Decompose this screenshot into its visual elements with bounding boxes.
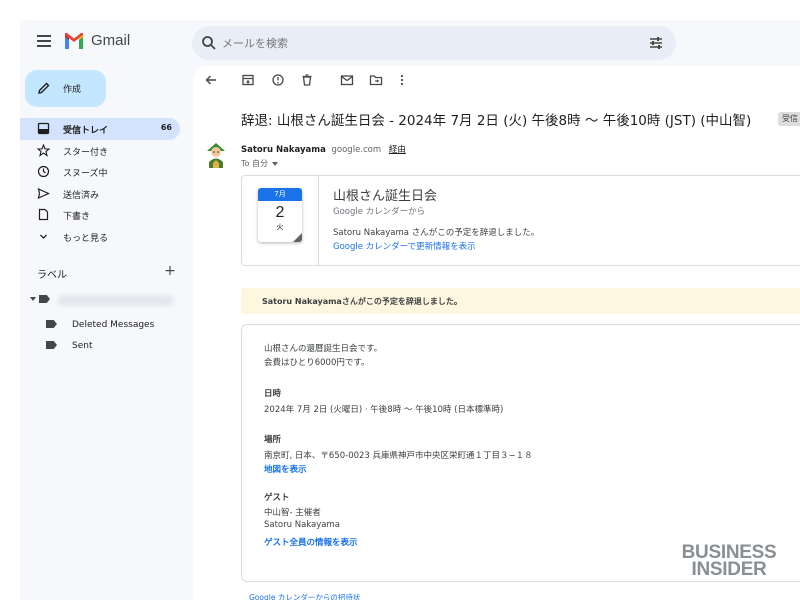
label-icon bbox=[46, 320, 57, 328]
star-icon bbox=[37, 143, 50, 157]
label-name: Deleted Messages bbox=[72, 320, 155, 330]
labels-heading: ラベル bbox=[37, 270, 67, 281]
message-toolbar bbox=[193, 66, 800, 96]
when-value: 2024年 7月 2日 (火曜日) ⋅ 午後8時 〜 午後10時 (日本標準時) bbox=[264, 405, 504, 415]
archive-icon[interactable] bbox=[241, 73, 255, 87]
sidebar-item-starred[interactable]: スター付き bbox=[20, 140, 180, 162]
divider bbox=[318, 176, 319, 265]
guest-organizer: 中山智- 主催者 bbox=[264, 508, 321, 518]
inbox-label-chip[interactable]: 受信トレイ bbox=[778, 112, 800, 126]
add-label-button[interactable]: + bbox=[163, 264, 177, 278]
draft-icon bbox=[38, 208, 49, 221]
message-pane: 辞退: 山根さん誕生日会 - 2024年 7月 2日 (火) 午後8時 〜 午後… bbox=[193, 66, 800, 600]
event-message: Satoru Nakayama さんがこの予定を辞退しました。 bbox=[333, 228, 540, 238]
report-spam-icon[interactable] bbox=[271, 73, 285, 87]
view-all-guests-link[interactable]: ゲスト全員の情報を表示 bbox=[264, 536, 358, 548]
delete-icon[interactable] bbox=[300, 73, 314, 87]
move-to-icon[interactable] bbox=[369, 73, 383, 87]
tune-icon[interactable] bbox=[648, 35, 664, 51]
compose-label: 作成 bbox=[63, 85, 82, 95]
where-heading: 場所 bbox=[264, 435, 282, 445]
event-title: 山根さん誕生日会 bbox=[333, 189, 438, 204]
when-heading: 日時 bbox=[264, 389, 282, 399]
label-icon bbox=[39, 295, 50, 303]
recipients-toggle[interactable]: To 自分 bbox=[241, 158, 278, 169]
label-deleted-messages[interactable]: Deleted Messages bbox=[46, 316, 186, 334]
sender-avatar[interactable] bbox=[203, 142, 229, 168]
label-name: Sent bbox=[72, 341, 93, 351]
clock-icon bbox=[37, 165, 50, 178]
business-insider-watermark: BUSINESS INSIDER bbox=[676, 543, 782, 580]
sidebar-item-label: 受信トレイ bbox=[63, 126, 109, 136]
label-parent-redacted[interactable] bbox=[28, 292, 178, 308]
gmail-logo-icon[interactable] bbox=[63, 32, 85, 50]
sidebar-item-more[interactable]: もっと見る bbox=[20, 226, 180, 248]
top-bar: Gmail bbox=[20, 20, 800, 66]
sidebar-item-label: もっと見る bbox=[63, 233, 109, 244]
unread-count: 66 bbox=[160, 123, 172, 132]
sidebar-nav: 受信トレイ 66 スター付き スヌーズ中 送信済み 下書き もっと見る bbox=[20, 118, 180, 247]
calendar-month: 7月 bbox=[258, 188, 302, 201]
more-vert-icon[interactable] bbox=[395, 73, 409, 87]
event-description-line: 会費はひとり6000円です。 bbox=[264, 358, 370, 368]
app-name: Gmail bbox=[91, 32, 131, 49]
caret-down-icon bbox=[271, 161, 278, 166]
banner-text: Satoru Nakayamaさんがこの予定を辞退しました。 bbox=[262, 297, 462, 306]
sidebar-item-sent[interactable]: 送信済み bbox=[20, 183, 180, 205]
label-icon bbox=[46, 341, 57, 349]
guest-name: Satoru Nakayama bbox=[264, 520, 340, 530]
guests-heading: ゲスト bbox=[264, 493, 290, 503]
sidebar-item-label: スヌーズ中 bbox=[63, 169, 108, 179]
send-icon bbox=[37, 187, 50, 199]
sidebar-item-label: スター付き bbox=[63, 147, 109, 158]
sidebar-item-inbox[interactable]: 受信トレイ 66 bbox=[20, 118, 180, 140]
menu-icon bbox=[37, 35, 51, 37]
calendar-date-icon: 7月 2 火 bbox=[258, 188, 302, 242]
pencil-icon bbox=[38, 82, 50, 94]
page-fold-icon bbox=[293, 233, 302, 242]
label-sent[interactable]: Sent bbox=[46, 337, 186, 355]
invitation-footer[interactable]: Google カレンダーからの招待状 bbox=[249, 592, 360, 600]
sender-name[interactable]: Satoru Nakayama bbox=[241, 145, 326, 155]
mark-unread-icon[interactable] bbox=[340, 73, 354, 87]
sidebar-item-label: 下書き bbox=[63, 212, 91, 222]
calendar-weekday: 火 bbox=[276, 223, 284, 231]
sidebar-item-snoozed[interactable]: スヌーズ中 bbox=[20, 161, 180, 183]
calendar-day: 2 bbox=[275, 204, 285, 221]
chevron-down-icon bbox=[40, 234, 47, 239]
view-map-link[interactable]: 地図を表示 bbox=[264, 463, 307, 475]
recipients-text: To 自分 bbox=[241, 159, 268, 168]
search-input[interactable] bbox=[222, 33, 622, 53]
via-link[interactable]: 経由 bbox=[389, 145, 406, 155]
email-subject: 辞退: 山根さん誕生日会 - 2024年 7月 2日 (火) 午後8時 〜 午後… bbox=[241, 113, 752, 129]
back-arrow-icon[interactable] bbox=[204, 73, 218, 87]
watermark-line: INSIDER bbox=[691, 559, 767, 580]
search-icon[interactable] bbox=[201, 35, 217, 51]
sender-domain: google.com bbox=[331, 145, 382, 155]
calendar-event-card: 7月 2 火 山根さん誕生日会 Google カレンダーから Satoru Na… bbox=[241, 175, 800, 266]
gmail-window: Gmail 作成 bbox=[20, 20, 800, 600]
event-description-line: 山根さんの還暦誕生日会です。 bbox=[264, 344, 383, 354]
view-in-calendar-link[interactable]: Google カレンダーで更新情報を表示 bbox=[333, 240, 476, 252]
caret-down-icon[interactable] bbox=[30, 297, 36, 301]
inbox-icon bbox=[37, 122, 50, 135]
where-value: 南京町, 日本、〒650-0023 兵庫県神戸市中央区栄町通１丁目３−１８ bbox=[264, 451, 533, 461]
redacted-label bbox=[58, 295, 173, 306]
search-bar[interactable] bbox=[192, 26, 676, 60]
declined-banner: Satoru Nakayamaさんがこの予定を辞退しました。 bbox=[241, 288, 800, 314]
sidebar-item-label: 送信済み bbox=[63, 190, 100, 201]
compose-button[interactable]: 作成 bbox=[25, 70, 106, 107]
sidebar-item-drafts[interactable]: 下書き bbox=[20, 204, 180, 226]
event-source: Google カレンダーから bbox=[333, 207, 426, 217]
sender-line: Satoru Nakayama google.com 経由 bbox=[241, 143, 406, 155]
main-menu-button[interactable] bbox=[34, 32, 54, 52]
